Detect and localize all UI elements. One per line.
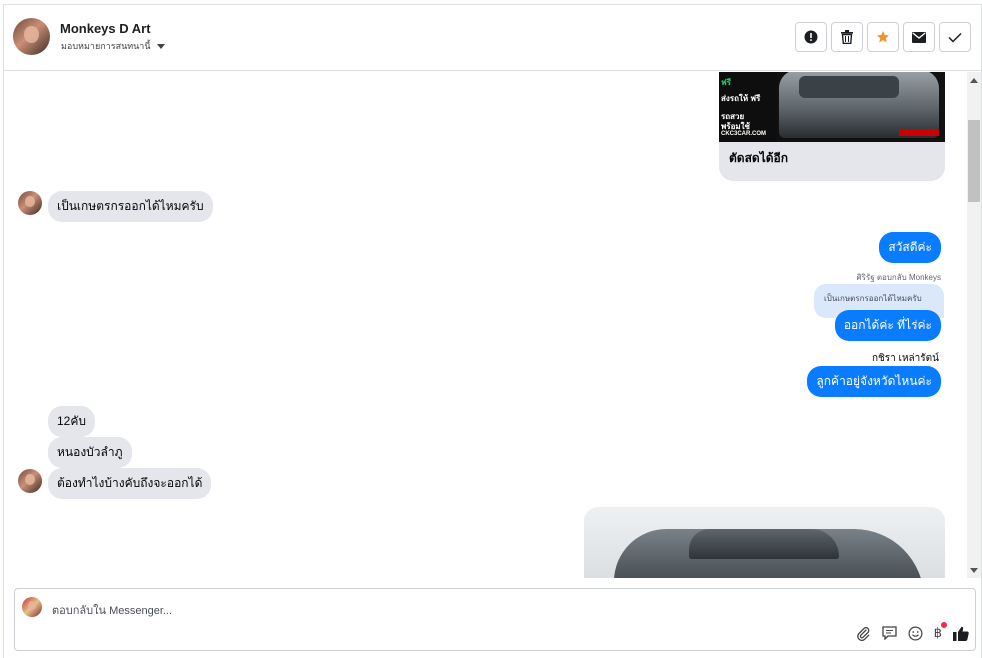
shared-post-caption: ตัดสดได้อีก	[729, 151, 789, 165]
incoming-message: 12คับ	[48, 406, 95, 437]
conversation-header: Monkeys D Art มอบหมายการสนทนานี้	[4, 5, 981, 71]
baht-icon: ฿	[933, 625, 942, 640]
caret-down-icon	[156, 43, 165, 49]
assign-label: มอบหมายการสนทนานี้	[61, 41, 151, 51]
outgoing-message: สวัสดีค่ะ	[879, 232, 941, 263]
card-tag: ส่งรถให้ ฟรี	[721, 94, 761, 103]
star-button[interactable]	[867, 22, 899, 52]
reply-input[interactable]: ตอบกลับใน Messenger...	[52, 601, 172, 619]
scroll-down-icon[interactable]	[970, 568, 978, 573]
incoming-message: หนองบัวลำภู	[48, 437, 132, 468]
attach-button[interactable]	[856, 626, 871, 641]
composer-tools: ฿	[856, 622, 969, 641]
saved-reply-button[interactable]	[882, 626, 897, 640]
thumbs-up-icon	[953, 626, 969, 641]
incoming-message: ต้องทำไงบ้างคับถึงจะออกได้	[48, 468, 212, 499]
page-avatar	[22, 597, 42, 617]
shared-photo[interactable]	[584, 507, 945, 578]
check-icon	[948, 32, 962, 43]
chat-bubble-icon	[882, 626, 897, 640]
emoji-button[interactable]	[908, 626, 923, 641]
paperclip-icon	[856, 626, 870, 641]
star-icon	[877, 31, 889, 43]
alert-icon	[804, 30, 818, 44]
contact-name[interactable]: Monkeys D Art	[60, 21, 151, 36]
inbox-conversation-panel: Monkeys D Art มอบหมายการสนทนานี้ ฟรี ส่ง…	[3, 4, 982, 658]
delete-button[interactable]	[831, 22, 863, 52]
card-tag: CKC3CAR.COM	[721, 131, 766, 137]
notification-dot	[941, 622, 947, 628]
like-button[interactable]	[953, 626, 969, 641]
emoji-icon	[908, 626, 923, 640]
outgoing-message: ลูกค้าอยู่จังหวัดไหนค่ะ	[807, 366, 941, 397]
card-tag: ฟรี	[721, 78, 731, 87]
scroll-up-icon[interactable]	[970, 78, 978, 83]
outgoing-message: ออกได้ค่ะ ที่ไร่ค่ะ	[834, 310, 941, 341]
message-scrollbar[interactable]	[967, 72, 981, 578]
mail-icon	[912, 31, 926, 43]
incoming-message: เป็นเกษตรกรออกได้ไหมครับ	[48, 191, 213, 222]
mark-spam-button[interactable]	[795, 22, 827, 52]
mark-done-button[interactable]	[939, 22, 971, 52]
message-list: ฟรี ส่งรถให้ ฟรี รถสวย พร้อมใช้ CKC3CAR.…	[4, 72, 967, 578]
conversation-toolbar	[795, 22, 971, 52]
reply-meta: ศิริรัฐ ตอบกลับ Monkeys	[856, 273, 941, 282]
trash-icon	[841, 30, 853, 44]
contact-avatar	[18, 191, 42, 215]
scroll-thumb[interactable]	[968, 120, 980, 202]
contact-avatar	[18, 469, 42, 493]
shared-post-image: ฟรี ส่งรถให้ ฟรี รถสวย พร้อมใช้ CKC3CAR.…	[719, 72, 945, 142]
assign-conversation-dropdown[interactable]: มอบหมายการสนทนานี้	[61, 39, 165, 53]
contact-avatar[interactable]	[13, 18, 50, 55]
reply-composer[interactable]: ตอบกลับใน Messenger... ฿	[14, 588, 976, 651]
shared-post-card[interactable]: ฟรี ส่งรถให้ ฟรี รถสวย พร้อมใช้ CKC3CAR.…	[719, 72, 945, 181]
sender-name: กชิรา เหล่ารัตน์	[871, 353, 939, 364]
payment-button[interactable]: ฿	[933, 622, 947, 641]
email-button[interactable]	[903, 22, 935, 52]
